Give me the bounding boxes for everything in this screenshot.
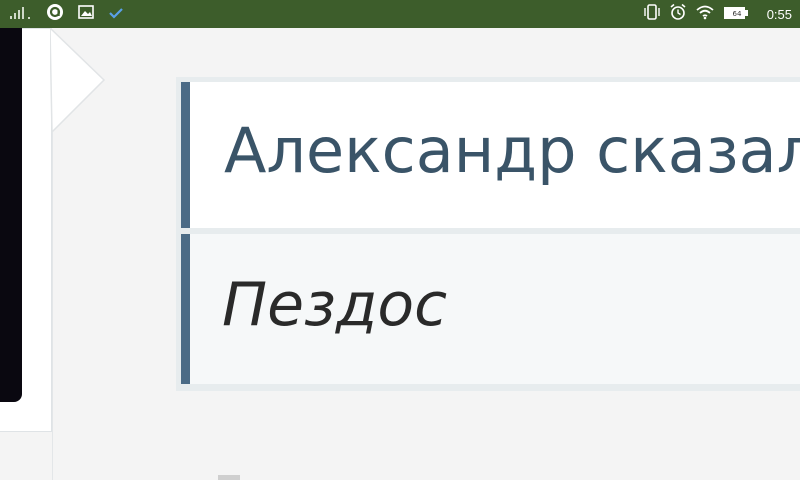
gutter-divider: [52, 132, 53, 480]
quote-text: Пездос: [222, 270, 448, 340]
battery-level-text: 64: [732, 10, 741, 18]
vibrate-icon: [643, 3, 661, 25]
battery-icon: 64: [723, 5, 749, 24]
image-notification-icon: [78, 4, 94, 24]
status-bar: 64 0:55: [0, 0, 800, 28]
quote-author: Александр сказал: [224, 114, 800, 187]
post-pointer-arrow: [50, 28, 106, 134]
signal-icon: [10, 5, 32, 24]
app-notification-icon: [46, 3, 64, 25]
status-bar-right: 64 0:55: [643, 0, 792, 28]
quote-header[interactable]: Александр сказал: [181, 82, 800, 228]
quote-block: Александр сказал Пездос: [176, 77, 800, 391]
wifi-icon: [695, 4, 715, 24]
quote-body: Пездос: [181, 234, 800, 384]
status-bar-left: [10, 0, 124, 28]
avatar[interactable]: [0, 28, 22, 402]
next-content-hint: [218, 475, 240, 480]
status-bar-time: 0:55: [766, 6, 792, 22]
alarm-icon: [669, 3, 687, 25]
check-notification-icon: [108, 5, 124, 24]
